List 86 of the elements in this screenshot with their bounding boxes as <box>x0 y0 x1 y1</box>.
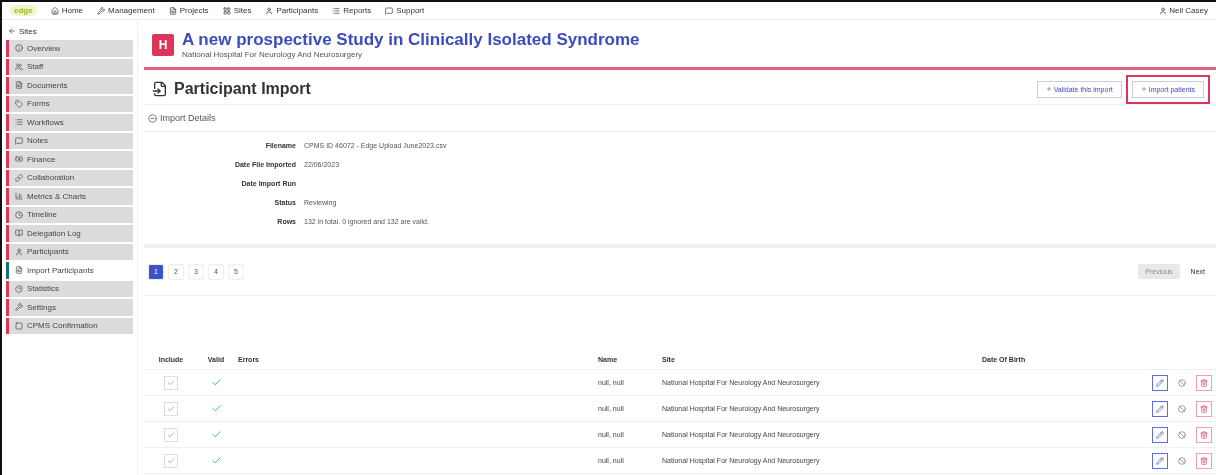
edit-button[interactable] <box>1152 400 1168 417</box>
tag-icon <box>15 99 23 108</box>
include-checkbox[interactable] <box>164 375 178 390</box>
sidebar-item[interactable]: Forms <box>6 95 133 112</box>
check-icon <box>167 404 175 413</box>
pie-icon <box>15 284 23 293</box>
delete-button[interactable] <box>1196 400 1212 417</box>
include-checkbox[interactable] <box>164 453 178 468</box>
money-icon <box>15 155 23 164</box>
trash-icon <box>1200 378 1208 387</box>
home-icon <box>50 6 59 15</box>
nav-link[interactable]: Participants <box>265 6 319 15</box>
file-icon <box>15 266 23 275</box>
sidebar-item[interactable]: Overview <box>6 40 133 57</box>
project-title: A new prospective Study in Clinically Isolated Syndrome <box>182 30 640 50</box>
sidebar-item[interactable]: Workflows <box>6 114 133 131</box>
project-logo: H <box>152 33 174 56</box>
pencil-icon <box>1156 378 1164 387</box>
include-checkbox[interactable] <box>164 427 178 442</box>
chat-icon <box>15 136 23 145</box>
users-icon <box>15 62 23 71</box>
import-file-icon <box>152 81 168 97</box>
user-menu[interactable]: Neil Casey <box>1159 6 1208 15</box>
book-icon <box>15 229 23 238</box>
trash-icon <box>1200 404 1208 413</box>
wrench-icon <box>15 303 23 312</box>
link-icon <box>15 173 23 182</box>
nav-link[interactable]: Reports <box>332 6 372 15</box>
sidebar-item[interactable]: Timeline <box>6 206 133 223</box>
plus-icon <box>1045 86 1052 92</box>
sidebar-item[interactable]: Delegation Log <box>6 225 133 242</box>
sidebar-item[interactable]: Settings <box>6 299 133 316</box>
sidebar-item[interactable]: Statistics <box>6 280 133 297</box>
info-icon <box>15 44 23 53</box>
sidebar-item[interactable]: Notes <box>6 132 133 149</box>
list-icon <box>15 118 23 127</box>
plus-icon <box>1140 86 1147 92</box>
chat-icon <box>385 6 394 15</box>
ban-icon <box>1178 430 1186 439</box>
chart-icon <box>15 192 23 201</box>
project-subtitle: National Hospital For Neurology And Neurosurgery <box>182 50 364 59</box>
back-link[interactable]: Sites <box>6 24 133 38</box>
check-icon <box>167 456 175 465</box>
grid-icon <box>222 6 231 15</box>
user-icon <box>1159 6 1168 15</box>
ban-icon <box>1178 378 1186 387</box>
file-icon <box>15 81 23 90</box>
file-icon <box>168 6 177 15</box>
trash-icon <box>1200 456 1208 465</box>
page-title: Participant Import <box>174 80 311 98</box>
user-icon <box>15 247 23 256</box>
sidebar-item[interactable]: Finance <box>6 151 133 168</box>
list-icon <box>332 6 341 15</box>
nav-link[interactable]: Projects <box>168 6 209 15</box>
check-icon <box>167 430 175 439</box>
sidebar-item[interactable]: Metrics & Charts <box>6 188 133 205</box>
nav-link[interactable]: Support <box>385 6 425 15</box>
ban-icon <box>1178 456 1186 465</box>
sidebar-item[interactable]: CPMS Confirmation <box>6 317 133 334</box>
sidebar-item[interactable]: Participants <box>6 243 133 260</box>
sidebar-item[interactable]: Documents <box>6 77 133 94</box>
user-icon <box>265 6 274 15</box>
sidebar-item[interactable]: Collaboration <box>6 169 133 186</box>
pencil-icon <box>1156 456 1164 465</box>
trash-icon <box>1200 430 1208 439</box>
edit-button[interactable] <box>1152 452 1168 469</box>
nav-link[interactable]: Sites <box>222 6 252 15</box>
collapse-icon[interactable] <box>148 113 157 123</box>
delete-button[interactable] <box>1196 426 1212 443</box>
pencil-icon <box>1156 404 1164 413</box>
edit-button[interactable] <box>1152 374 1168 391</box>
back-arrow-icon <box>8 27 16 35</box>
delete-button[interactable] <box>1196 374 1212 391</box>
delete-button[interactable] <box>1196 452 1212 469</box>
nav-link[interactable]: Home <box>50 6 83 15</box>
ban-icon <box>1178 404 1186 413</box>
wrench-icon <box>97 6 105 15</box>
section-title: Import Details <box>160 113 216 123</box>
pencil-icon <box>1156 430 1164 439</box>
nav-link[interactable]: Management <box>97 6 155 15</box>
edit-button[interactable] <box>1152 426 1168 443</box>
clock-icon <box>15 210 23 219</box>
square-icon <box>15 321 23 330</box>
sidebar-item[interactable]: Staff <box>6 58 133 75</box>
check-icon <box>167 378 175 387</box>
include-checkbox[interactable] <box>164 401 178 416</box>
